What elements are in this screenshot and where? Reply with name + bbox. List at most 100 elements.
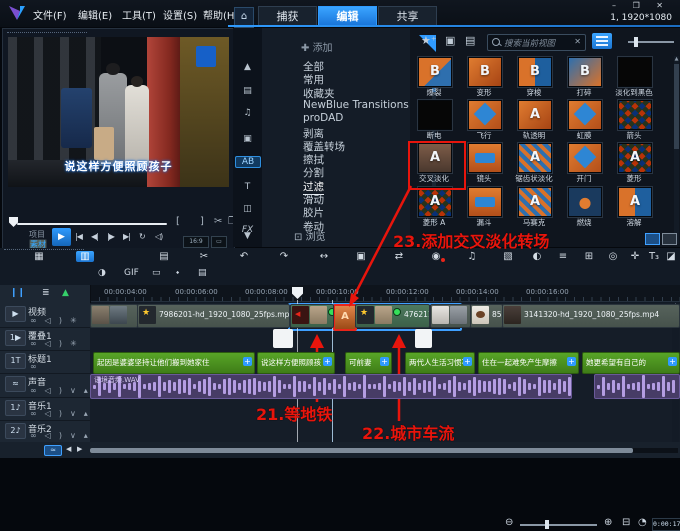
- title-clip[interactable]: 两代人生活习惯不 +: [405, 352, 475, 374]
- gif-creator-icon[interactable]: GIF: [124, 268, 139, 278]
- transition-thumb[interactable]: A: [518, 187, 552, 217]
- transition-item-轨透明[interactable]: A 轨透明: [509, 100, 559, 140]
- audio-clip[interactable]: [594, 374, 680, 399]
- transition-item-飞行[interactable]: B 飞行: [459, 100, 509, 140]
- multi-trim-icon[interactable]: ✂: [195, 251, 213, 262]
- transition-item-菱形 A[interactable]: A 菱形 A: [409, 187, 459, 227]
- safe-area-select[interactable]: ▭: [211, 236, 227, 248]
- chroma-track-icon[interactable]: ▲: [62, 288, 69, 298]
- 3d-title-icon[interactable]: T₃: [645, 251, 663, 262]
- mask-creator-icon[interactable]: ◪: [662, 251, 680, 262]
- transition-thumb[interactable]: A: [618, 143, 652, 173]
- title-clip[interactable]: 住在一起难免产生摩擦 +: [478, 352, 579, 374]
- end-frame-icon[interactable]: ▶|: [123, 232, 131, 241]
- add-category[interactable]: ✚ 添加: [301, 39, 333, 54]
- wave-view-icon[interactable]: ≈: [44, 445, 62, 456]
- search-box[interactable]: 搜索当前视图 ✕: [487, 34, 586, 51]
- rail-scroll-up-icon[interactable]: ▲: [233, 62, 262, 72]
- overlay-clip[interactable]: [273, 329, 293, 348]
- show-library-icon[interactable]: ▤: [465, 34, 475, 47]
- snapshot-icon[interactable]: ▧: [499, 251, 517, 262]
- transition-item-漏斗[interactable]: 漏斗: [459, 187, 509, 227]
- resample-icon[interactable]: ▣: [352, 251, 370, 262]
- transition-thumb[interactable]: B: [418, 57, 452, 87]
- transition-thumb[interactable]: A: [568, 143, 602, 173]
- copy-icon[interactable]: ▤: [155, 251, 173, 262]
- track-header-音乐2[interactable]: 2♪ 音乐2 ∞◁)∨▴: [0, 420, 90, 443]
- thumbnail-size-handle[interactable]: [634, 37, 638, 47]
- track-manager-icon[interactable]: ❙❙: [10, 288, 25, 298]
- step-forward-icon[interactable]: |▶: [107, 232, 115, 241]
- step-back-icon[interactable]: ◀|: [91, 232, 99, 241]
- transition-thumb[interactable]: A: [518, 143, 552, 173]
- track-header-声音[interactable]: ≈ 声音 ∞◁)∨▴: [0, 373, 90, 398]
- scrubber-handle[interactable]: [9, 217, 18, 227]
- add-favorite-icon[interactable]: ★⁺: [421, 34, 437, 47]
- transition-item-马赛克[interactable]: A 马赛克: [509, 187, 559, 227]
- transition-item-变形[interactable]: B 变形: [459, 57, 509, 97]
- title-clip[interactable]: 可前妻 +: [345, 352, 392, 374]
- color-grade-icon[interactable]: ◉: [427, 251, 445, 262]
- overlay-clip[interactable]: [415, 329, 432, 348]
- scroll-left-icon[interactable]: ◀: [66, 445, 71, 453]
- transition-thumb[interactable]: [618, 100, 652, 130]
- transition-item-打碎[interactable]: B 打碎: [559, 57, 609, 97]
- rail-transition-icon[interactable]: AB: [235, 156, 261, 168]
- window-controls[interactable]: – ❒ ✕: [612, 1, 670, 10]
- rail-audio-icon[interactable]: ♫: [233, 108, 262, 118]
- category-NewBlue Transitions[interactable]: NewBlue Transitions: [303, 99, 409, 111]
- split-clip-icon[interactable]: ✂: [214, 216, 222, 227]
- transition-thumb[interactable]: [618, 57, 652, 87]
- transition-thumb[interactable]: [468, 143, 502, 173]
- mark-out-icon[interactable]: ]: [200, 216, 204, 227]
- zoom-out-icon[interactable]: ⊖: [505, 517, 513, 528]
- motion-track-icon[interactable]: ✛: [626, 251, 644, 262]
- timeline-zoom-slider[interactable]: [520, 524, 597, 526]
- timeline-view-icon[interactable]: ▥: [76, 251, 94, 262]
- transition-item-箭头[interactable]: 箭头: [609, 100, 659, 140]
- menu-1[interactable]: 编辑(E): [78, 7, 112, 22]
- time-remap-icon[interactable]: ⇄: [390, 251, 408, 262]
- menu-0[interactable]: 文件(F): [33, 7, 67, 22]
- transition-thumb[interactable]: B: [468, 57, 502, 87]
- view-toggle-button[interactable]: [592, 33, 612, 49]
- rail-title-icon[interactable]: T: [233, 182, 262, 192]
- transition-thumb[interactable]: A: [418, 187, 452, 217]
- transition-thumb[interactable]: A: [568, 100, 602, 130]
- mode-project-label[interactable]: 项目: [29, 230, 47, 239]
- subtitle-editor-icon[interactable]: ≡: [554, 251, 572, 262]
- transition-item-开门[interactable]: A 开门: [559, 143, 609, 183]
- track-lane-音乐1[interactable]: [90, 397, 680, 421]
- transition-thumb[interactable]: B: [568, 57, 602, 87]
- title-clip[interactable]: 说这样方便照顾孩 +: [257, 352, 335, 374]
- timeline-hscrollbar[interactable]: [90, 448, 678, 453]
- transition-item-爆裂[interactable]: B 爆裂: [409, 57, 459, 97]
- menu-3[interactable]: 设置(S): [163, 7, 197, 22]
- transition-item-镜头[interactable]: 镜头: [459, 143, 509, 183]
- transition-thumb[interactable]: B: [518, 57, 552, 87]
- transition-thumb[interactable]: [418, 100, 452, 130]
- transition-item-断电[interactable]: 断电: [409, 100, 459, 140]
- video-clip-547[interactable]: 547: [430, 304, 471, 328]
- screen-record-icon[interactable]: ▭: [152, 268, 161, 278]
- storyboard-view-icon[interactable]: ▦: [30, 251, 48, 262]
- timeline-zoom-handle[interactable]: [545, 520, 549, 529]
- mark-in-icon[interactable]: [: [176, 216, 180, 227]
- gallery-options-icon[interactable]: [662, 233, 677, 245]
- trim-icon[interactable]: ↔: [315, 251, 333, 262]
- track-list-icon[interactable]: ≣: [42, 288, 50, 298]
- home-frame-icon[interactable]: |◀: [75, 232, 83, 241]
- video-clip-6574[interactable]: 6574: [290, 304, 334, 328]
- transition-item-锯齿状淡化[interactable]: A 锯齿状淡化: [509, 143, 559, 183]
- rail-scroll-down-icon[interactable]: ▼: [233, 231, 262, 241]
- voiceover-icon[interactable]: ⬩: [176, 268, 179, 278]
- video-clip-855[interactable]: 855: [470, 304, 503, 328]
- title-clip[interactable]: 她更希望有自己的 +: [582, 352, 680, 374]
- video-clip-7986201[interactable]: 7986201-hd_1920_1080_25fps.mp4: [137, 304, 290, 328]
- transition-item-溶解[interactable]: A 溶解: [609, 187, 659, 227]
- fit-project-icon[interactable]: ⊟: [622, 517, 630, 528]
- tab-编辑[interactable]: 编辑: [318, 6, 377, 26]
- copy-item-icon[interactable]: ▣: [445, 34, 455, 47]
- transition-thumb[interactable]: [468, 187, 502, 217]
- transition-thumb[interactable]: B: [468, 100, 502, 130]
